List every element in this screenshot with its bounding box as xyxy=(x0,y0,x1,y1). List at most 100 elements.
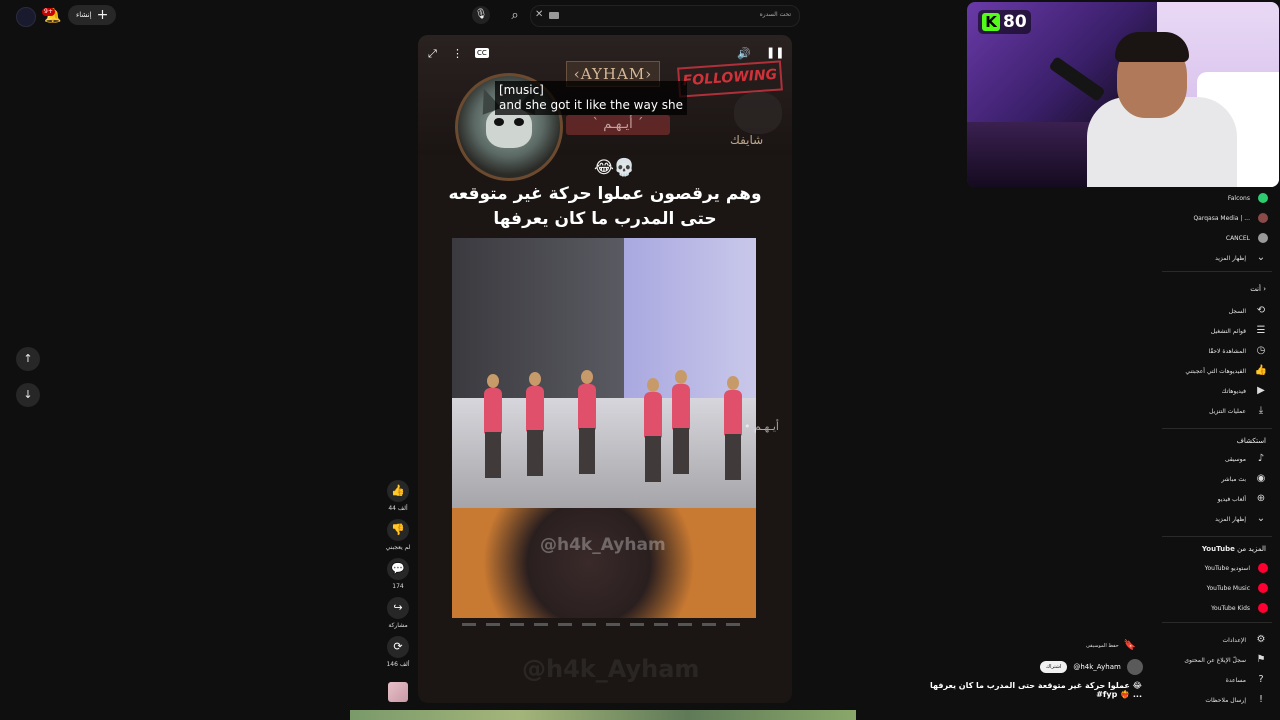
save-sound-button[interactable]: حفظ الموسيقى 🔖 xyxy=(1086,640,1136,651)
channel-avatar[interactable] xyxy=(1126,659,1143,675)
youtube-product-item[interactable]: YouTube Music xyxy=(1207,579,1268,597)
sidebar-item-download[interactable]: عمليات التنزيل ⤓ xyxy=(1209,402,1268,420)
fullscreen-icon[interactable]: ⤢ xyxy=(428,47,437,61)
create-button[interactable]: إنشاء + xyxy=(68,5,117,25)
channel-avatar-icon xyxy=(1258,233,1268,243)
comments-icon[interactable]: 💬 xyxy=(387,558,409,580)
subscribe-button[interactable]: اشتراك xyxy=(1040,661,1068,673)
sidebar-item-flag[interactable]: سجلّ الإبلاغ عن المحتوى ⚑ xyxy=(1184,651,1268,669)
more-options-icon[interactable]: ⋮ xyxy=(452,47,463,60)
youtube-product-item[interactable]: YouTube Kids xyxy=(1211,599,1268,617)
title-line-1: وهم يرقصون عملوا حركة غير متوقعه xyxy=(448,184,762,204)
subscription-item[interactable]: Falcons xyxy=(1228,189,1268,207)
like-count: 44 ألف xyxy=(388,505,408,512)
like-icon[interactable]: 👍 xyxy=(387,480,409,502)
bookmark-icon: 🔖 xyxy=(1123,640,1137,651)
sidebar-item-label: الإعدادات xyxy=(1222,636,1246,644)
emoji-line: 😂💀 xyxy=(594,158,636,178)
captions-icon[interactable]: CC xyxy=(475,48,489,58)
pause-icon[interactable]: ❚❚ xyxy=(766,46,784,59)
thumb-up-icon: 👍 xyxy=(1254,365,1268,376)
voice-search-icon[interactable]: 🎙 xyxy=(472,6,490,24)
sidebar-item-label: موسيقى xyxy=(1224,455,1246,463)
you-section-heading[interactable]: أنت › xyxy=(1250,285,1266,293)
music-icon: ♪ xyxy=(1257,453,1265,464)
short-description[interactable]: عملوا حركة غير متوقعة حتى المدرب ما كان … xyxy=(920,681,1142,699)
cat-silhouette xyxy=(734,92,782,134)
clear-search-icon[interactable]: ✕ xyxy=(535,9,543,20)
create-label: إنشاء xyxy=(76,11,92,19)
flag-icon: ⚑ xyxy=(1256,654,1266,665)
sidebar-item-label: المشاهدة لاحقًا xyxy=(1208,347,1246,355)
divider xyxy=(1162,622,1272,623)
sidebar-item-your-videos[interactable]: فيديوهاتك ▶ xyxy=(1222,382,1268,400)
help-icon: ? xyxy=(1258,674,1264,685)
youtube-product-item[interactable]: YouTube استوديو xyxy=(1205,559,1268,577)
search-icon[interactable]: ⌕ xyxy=(504,5,526,27)
account-avatar[interactable] xyxy=(16,7,36,27)
subscription-label: Qarqasa Media | ... xyxy=(1193,214,1250,222)
sidebar-item-history[interactable]: السجل ⟲ xyxy=(1229,302,1268,320)
notification-count-badge: 9+ xyxy=(42,8,55,16)
channel-handle[interactable]: @h4k_Ayham xyxy=(1073,663,1120,671)
comment-count: 174 xyxy=(392,583,404,590)
short-overlay-title: وهم يرقصون عملوا حركة غير متوقعه حتى الم… xyxy=(418,182,792,232)
sidebar-item-clock[interactable]: المشاهدة لاحقًا ◷ xyxy=(1208,342,1268,360)
sidebar-item-label: ألعاب فيديو xyxy=(1217,495,1246,503)
feedback-icon: ! xyxy=(1258,694,1263,705)
sidebar-item-label: بث مباشر xyxy=(1221,475,1246,483)
channel-avatar-icon xyxy=(1258,193,1268,203)
kick-logo-icon: K xyxy=(982,13,1000,31)
youtube-logo-icon xyxy=(1258,583,1268,593)
keyboard-icon[interactable] xyxy=(549,12,559,19)
divider xyxy=(1162,271,1272,272)
gaming-icon: ⊕ xyxy=(1256,493,1266,504)
kick-viewer-badge: K 80 xyxy=(978,10,1031,34)
sidebar-item-label: السجل xyxy=(1228,307,1246,315)
sidebar-item-thumb-up[interactable]: الفيديوهات التي أعجبتني 👍 xyxy=(1185,362,1268,380)
sidebar-item-label: قوائم التشغيل xyxy=(1210,327,1246,335)
plus-icon: + xyxy=(96,7,109,23)
remix-icon[interactable]: ⟳ xyxy=(387,636,409,658)
sidebar-item-music[interactable]: موسيقى ♪ xyxy=(1225,450,1268,468)
volume-icon[interactable]: 🔊 xyxy=(737,47,751,60)
video-watermark: @h4k_Ayham xyxy=(540,535,666,555)
more-from-label: المزيد من xyxy=(1237,545,1266,553)
sidebar-item-label: الفيديوهات التي أعجبتني xyxy=(1185,367,1246,375)
next-short-preview[interactable] xyxy=(350,710,856,720)
video-progress-bar[interactable] xyxy=(462,623,748,626)
subscription-item[interactable]: CANCEL xyxy=(1226,229,1268,247)
dislike-label: لم يعجبني xyxy=(385,544,411,551)
dislike-icon[interactable]: 👎 xyxy=(387,519,409,541)
sidebar-item-label: فيديوهاتك xyxy=(1221,387,1246,395)
next-short-button[interactable]: ↓ xyxy=(16,383,40,407)
sidebar-item-help[interactable]: مساعدة ? xyxy=(1226,671,1268,689)
history-icon: ⟲ xyxy=(1256,305,1266,316)
search-query-text: تحت السدره xyxy=(759,11,791,18)
live-caption: [music] and she got it like the way she xyxy=(495,81,687,115)
sidebar-item-live[interactable]: بث مباشر ◉ xyxy=(1221,470,1268,488)
youtube-logo-icon xyxy=(1258,603,1268,613)
caption-line-2: and she got it like the way she xyxy=(499,98,683,112)
chevron-down-icon: ⌄ xyxy=(1256,513,1266,524)
youtube-logo-icon xyxy=(1258,563,1268,573)
clock-icon: ◷ xyxy=(1256,345,1266,356)
sound-thumbnail[interactable] xyxy=(388,682,408,702)
sidebar-item-playlist[interactable]: قوائم التشغيل ☰ xyxy=(1211,322,1268,340)
previous-short-button[interactable]: ↑ xyxy=(16,347,40,371)
live-icon: ◉ xyxy=(1256,473,1266,484)
sidebar-item-gaming[interactable]: ألعاب فيديو ⊕ xyxy=(1218,490,1268,508)
search-input[interactable]: ✕ تحت السدره xyxy=(530,5,800,27)
sidebar-item-feedback[interactable]: إرسال ملاحظات ! xyxy=(1205,691,1268,709)
subscription-item[interactable]: Qarqasa Media | ... xyxy=(1193,209,1268,227)
show-more-subscriptions[interactable]: إظهار المزيد ⌄ xyxy=(1215,249,1268,267)
title-line-2: حتى المدرب ما كان يعرفها xyxy=(493,209,717,229)
sidebar-item-settings[interactable]: الإعدادات ⚙ xyxy=(1223,631,1268,649)
side-watermark: • أيـهـم xyxy=(744,420,779,433)
shayif-text: شايفك xyxy=(730,133,764,147)
playlist-icon: ☰ xyxy=(1256,325,1266,336)
sidebar-item-label: إظهار المزيد xyxy=(1215,515,1246,523)
sidebar-item-label: YouTube Music xyxy=(1206,584,1250,592)
sidebar-item-chevron-down[interactable]: إظهار المزيد ⌄ xyxy=(1215,510,1268,528)
share-icon[interactable]: ↪ xyxy=(387,597,409,619)
